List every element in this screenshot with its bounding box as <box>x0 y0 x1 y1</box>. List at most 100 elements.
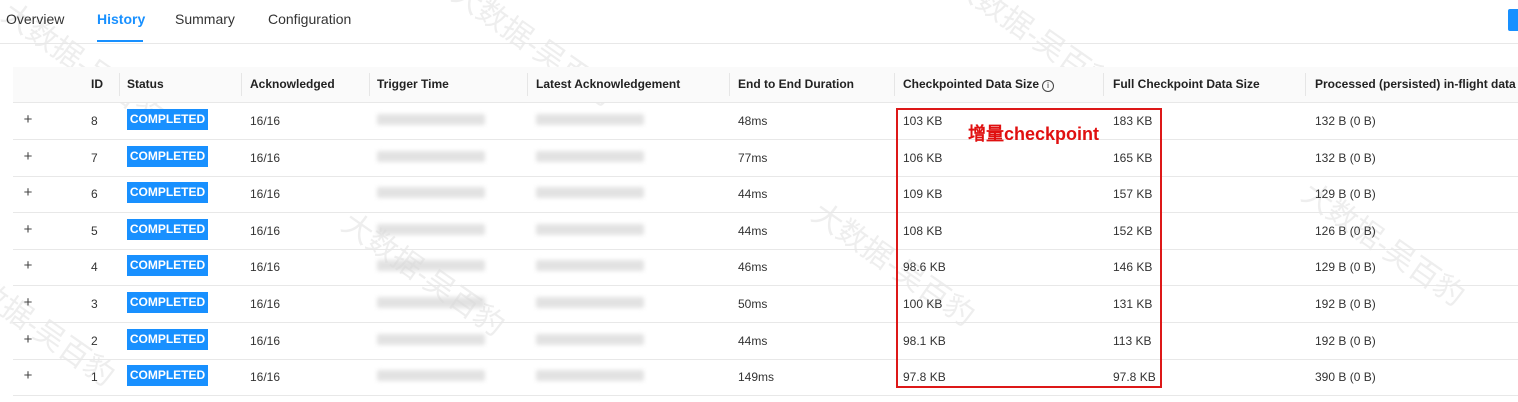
status-badge: COMPLETED <box>127 182 208 204</box>
tab-overview[interactable]: Overview <box>6 11 64 27</box>
processed-in-flight-data: 192 B (0 B) <box>1315 333 1376 348</box>
status-badge: COMPLETED <box>127 218 208 240</box>
status-badge: COMPLETED <box>127 365 208 387</box>
processed-in-flight-data: 129 B (0 B) <box>1315 187 1376 202</box>
expand-row-icon[interactable]: + <box>21 185 35 200</box>
end-to-end-duration: 46ms <box>738 260 768 275</box>
column-header-full-size[interactable]: Full Checkpoint Data Size <box>1113 77 1260 91</box>
column-divider <box>1305 73 1306 96</box>
table-header: ID Status Acknowledged Trigger Time Late… <box>13 67 1518 103</box>
column-divider <box>729 73 730 96</box>
status-badge: COMPLETED <box>127 255 208 277</box>
status-badge: COMPLETED <box>127 292 208 313</box>
latest-ack-redacted <box>536 370 644 382</box>
checkpoint-id: 4 <box>91 260 98 275</box>
expand-row-icon[interactable]: + <box>21 112 35 127</box>
status-badge: COMPLETED <box>127 109 208 130</box>
column-header-status[interactable]: Status <box>127 77 164 91</box>
acknowledged-count: 16/16 <box>250 114 281 128</box>
expand-row-icon[interactable]: + <box>21 332 35 347</box>
acknowledged-count: 16/16 <box>250 187 281 202</box>
end-to-end-duration: 44ms <box>738 333 768 348</box>
trigger-time-redacted <box>377 187 485 199</box>
column-header-latest-ack[interactable]: Latest Acknowledgement <box>536 77 680 91</box>
status-badge: COMPLETED <box>127 145 208 167</box>
table-row[interactable]: +6 COMPLETED 16/16 44ms 109 KB 157 KB 129 B (0… <box>13 176 1518 214</box>
column-divider <box>241 73 242 96</box>
expand-row-icon[interactable]: + <box>21 149 35 164</box>
tab-summary[interactable]: Summary <box>175 11 235 27</box>
processed-in-flight-data: 126 B (0 B) <box>1315 223 1376 238</box>
end-to-end-duration: 77ms <box>738 150 768 165</box>
table-row[interactable]: +4 COMPLETED 16/16 46ms 98.6 KB 146 KB 129 B (… <box>13 249 1518 287</box>
acknowledged-count: 16/16 <box>250 223 281 238</box>
latest-ack-redacted <box>536 114 644 125</box>
acknowledged-count: 16/16 <box>250 370 281 385</box>
end-to-end-duration: 44ms <box>738 223 768 238</box>
corner-badge[interactable] <box>1508 9 1518 31</box>
checkpoint-id: 1 <box>91 370 98 385</box>
column-header-processed[interactable]: Processed (persisted) in-flight data <box>1315 77 1516 91</box>
latest-ack-redacted <box>536 150 644 162</box>
checkpoint-id: 5 <box>91 223 98 238</box>
acknowledged-count: 16/16 <box>250 333 281 348</box>
column-divider <box>369 73 370 96</box>
table-row[interactable]: +5 COMPLETED 16/16 44ms 108 KB 152 KB 126 B (0… <box>13 213 1518 250</box>
column-divider <box>119 73 120 96</box>
latest-ack-redacted <box>536 333 644 345</box>
trigger-time-redacted <box>377 114 485 125</box>
trigger-time-redacted <box>377 297 485 308</box>
acknowledged-count: 16/16 <box>250 260 281 275</box>
expand-row-icon[interactable]: + <box>21 368 35 383</box>
processed-in-flight-data: 192 B (0 B) <box>1315 297 1376 311</box>
tab-bar: Overview History Summary Configuration <box>0 0 1518 44</box>
expand-row-icon[interactable]: + <box>21 258 35 273</box>
column-divider <box>527 73 528 96</box>
latest-ack-redacted <box>536 187 644 199</box>
processed-in-flight-data: 129 B (0 B) <box>1315 260 1376 275</box>
latest-ack-redacted <box>536 223 644 235</box>
checkpoint-id: 8 <box>91 114 98 128</box>
column-divider <box>894 73 895 96</box>
table-row[interactable]: +3 COMPLETED 16/16 50ms 100 KB 131 KB 192 B (0… <box>13 286 1518 323</box>
column-header-checkpointed-size[interactable]: Checkpointed Data Size i <box>903 77 1055 92</box>
table-row[interactable]: +7 COMPLETED 16/16 77ms 106 KB 165 KB 132 B (0… <box>13 140 1518 177</box>
checkpointed-size-label: Checkpointed Data Size <box>903 77 1040 91</box>
tab-configuration[interactable]: Configuration <box>268 11 351 27</box>
incremental-checkpoint-label: 增量checkpoint <box>968 124 1100 144</box>
processed-in-flight-data: 390 B (0 B) <box>1315 370 1376 385</box>
processed-in-flight-data: 132 B (0 B) <box>1315 114 1376 128</box>
latest-ack-redacted <box>536 260 644 272</box>
column-header-id[interactable]: ID <box>91 77 103 91</box>
trigger-time-redacted <box>377 150 485 162</box>
trigger-time-redacted <box>377 370 485 382</box>
table-row[interactable]: +2 COMPLETED 16/16 44ms 98.1 KB 113 KB 192 B (… <box>13 323 1518 360</box>
trigger-time-redacted <box>377 223 485 235</box>
acknowledged-count: 16/16 <box>250 150 281 165</box>
tab-history[interactable]: History <box>97 11 145 27</box>
table-row[interactable]: +8 COMPLETED 16/16 48ms 103 KB 183 KB 132 B (0… <box>13 103 1518 140</box>
trigger-time-redacted <box>377 333 485 345</box>
acknowledged-count: 16/16 <box>250 297 281 311</box>
column-divider <box>1103 73 1104 96</box>
end-to-end-duration: 44ms <box>738 187 768 202</box>
end-to-end-duration: 149ms <box>738 370 775 385</box>
expand-row-icon[interactable]: + <box>21 295 35 310</box>
expand-row-icon[interactable]: + <box>21 222 35 237</box>
table-row[interactable]: +1 COMPLETED 16/16 149ms 97.8 KB 97.8 KB 390 B… <box>13 359 1518 397</box>
processed-in-flight-data: 132 B (0 B) <box>1315 150 1376 165</box>
info-circle-icon[interactable]: i <box>1042 80 1055 92</box>
column-header-acknowledged[interactable]: Acknowledged <box>250 77 335 91</box>
checkpoint-id: 3 <box>91 297 98 311</box>
latest-ack-redacted <box>536 297 644 308</box>
active-tab-indicator <box>97 40 143 42</box>
checkpoint-id: 7 <box>91 150 98 165</box>
end-to-end-duration: 48ms <box>738 114 768 128</box>
trigger-time-redacted <box>377 260 485 272</box>
checkpoint-id: 6 <box>91 187 98 202</box>
column-header-duration[interactable]: End to End Duration <box>738 77 854 91</box>
incremental-checkpoint-highlight-box <box>896 108 1162 388</box>
column-header-trigger-time[interactable]: Trigger Time <box>377 77 449 91</box>
checkpoint-id: 2 <box>91 333 98 348</box>
end-to-end-duration: 50ms <box>738 297 768 311</box>
